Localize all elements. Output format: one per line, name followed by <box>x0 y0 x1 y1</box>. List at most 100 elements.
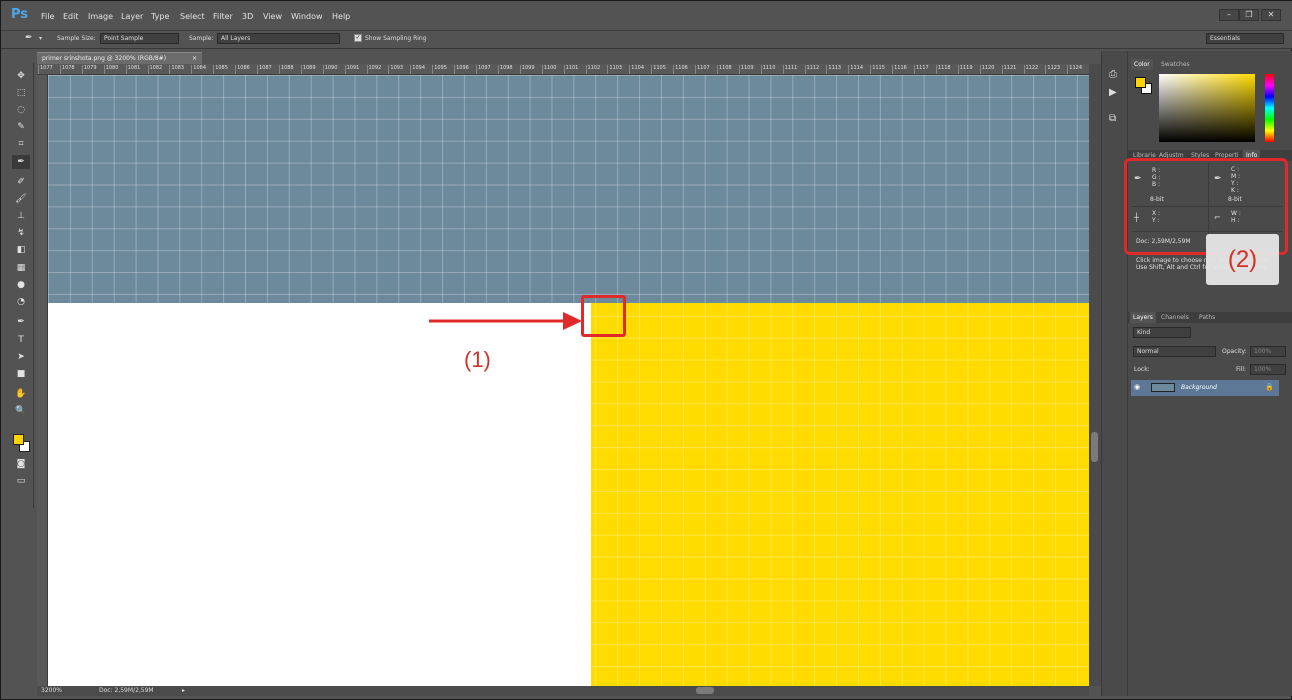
color-panel-foreground[interactable] <box>1135 77 1146 88</box>
visibility-eye-icon[interactable]: ◉ <box>1134 383 1140 391</box>
history-panel-icon[interactable]: ⎙ <box>1109 69 1117 80</box>
menu-type[interactable]: Type <box>151 12 169 21</box>
zoom-tool-icon[interactable]: 🔍 <box>12 404 30 418</box>
ruler-tick-label: 1119 <box>957 65 973 74</box>
path-select-tool-icon[interactable]: ➤ <box>12 350 30 364</box>
status-bar: 3200% Doc: 2,59M/2,59M ▸ <box>37 686 197 696</box>
ruler-tick-label: 1100 <box>541 65 556 74</box>
menu-layer[interactable]: Layer <box>121 12 143 21</box>
ruler-tick-label: 1090 <box>322 65 337 74</box>
clone-source-panel-icon[interactable]: ⧉ <box>1109 113 1116 124</box>
lasso-tool-icon[interactable]: ◌ <box>12 103 30 117</box>
ruler-tick-label: 1097 <box>476 65 491 74</box>
quick-mask-icon[interactable]: ◙ <box>12 457 30 471</box>
ruler-tick-label: 1089 <box>300 65 316 74</box>
layer-row-background[interactable]: ◉ Background 🔒 <box>1131 380 1279 396</box>
healing-brush-tool-icon[interactable]: ✐ <box>12 175 30 189</box>
ruler-tick-label: 1118 <box>935 65 951 74</box>
screen-mode-icon[interactable]: ▭ <box>12 474 30 488</box>
menu-window[interactable]: Window <box>291 12 323 21</box>
ruler-tick-label: 1082 <box>147 65 162 74</box>
ruler-tick-label: 1077 <box>38 65 53 74</box>
horizontal-scrollbar[interactable] <box>196 686 1089 696</box>
ruler-tick-label: 1080 <box>103 65 118 74</box>
ruler-tick-label: 1086 <box>235 65 250 74</box>
menu-filter[interactable]: Filter <box>213 12 233 21</box>
layer-filter-kind[interactable]: Kind <box>1133 327 1191 338</box>
ruler-tick-label: 1096 <box>454 65 469 74</box>
eyedropper-tool-icon[interactable]: ✒ <box>12 155 30 169</box>
type-tool-icon[interactable]: T <box>12 333 30 347</box>
marquee-tool-icon[interactable]: ⬚ <box>12 86 30 100</box>
ruler-tick-label: 1084 <box>191 65 206 74</box>
menu-edit[interactable]: Edit <box>63 12 79 21</box>
pen-tool-icon[interactable]: ✒ <box>12 315 30 329</box>
tool-preset-chevron-icon[interactable]: ▾ <box>39 35 42 42</box>
ruler-tick-label: 1124 <box>1067 65 1082 74</box>
ruler-tick-label: 1121 <box>1001 65 1016 74</box>
document-tab[interactable]: primer srinshota.png @ 3200% (RGB/8#) × <box>37 52 202 64</box>
vertical-scrollbar[interactable] <box>1089 64 1101 686</box>
eraser-tool-icon[interactable]: ◧ <box>12 243 30 257</box>
minimize-button[interactable]: – <box>1219 9 1239 21</box>
status-menu-arrow-icon[interactable]: ▸ <box>182 687 185 694</box>
sample-size-select[interactable]: Point Sample <box>100 33 179 44</box>
brush-tool-icon[interactable]: 🖌 <box>12 192 30 206</box>
layer-lock-icon: 🔒 <box>1265 383 1274 391</box>
dodge-tool-icon[interactable]: ◔ <box>12 295 30 309</box>
ruler-tick-label: 1108 <box>716 65 732 74</box>
ruler-tick-label: 1093 <box>388 65 403 74</box>
ruler-tick-label: 1105 <box>651 65 666 74</box>
restore-button[interactable]: ❐ <box>1239 9 1259 21</box>
vertical-scroll-thumb[interactable] <box>1091 432 1098 462</box>
opacity-field[interactable]: 100% <box>1250 346 1286 357</box>
opacity-label: Opacity: <box>1222 348 1247 355</box>
blend-mode-select[interactable]: Normal <box>1133 346 1216 357</box>
menu-3d[interactable]: 3D <box>242 12 253 21</box>
crop-tool-icon[interactable]: ⌗ <box>12 137 30 151</box>
menu-select[interactable]: Select <box>180 12 205 21</box>
color-field[interactable] <box>1159 74 1255 142</box>
tab-color[interactable]: Color <box>1131 59 1153 70</box>
tab-layers[interactable]: Layers <box>1130 312 1156 323</box>
tab-channels[interactable]: Channels <box>1158 312 1192 323</box>
ruler-tick-label: 1120 <box>979 65 994 74</box>
quick-select-tool-icon[interactable]: ✎ <box>12 120 30 134</box>
annotation-label-1: (1) <box>464 347 491 372</box>
tab-swatches[interactable]: Swatches <box>1158 59 1193 70</box>
white-pixel-area <box>48 303 591 686</box>
tab-close-icon[interactable]: × <box>192 55 197 62</box>
history-brush-tool-icon[interactable]: ↯ <box>12 226 30 240</box>
horizontal-ruler: 1077 1078 1079 1080 1081 1082 1083 1084 1085 1086… <box>37 64 1089 75</box>
horizontal-scroll-thumb[interactable] <box>696 687 714 694</box>
blur-tool-icon[interactable]: ● <box>12 278 30 292</box>
eyedropper-tool-icon[interactable]: ✒ <box>25 33 33 43</box>
fill-field[interactable]: 100% <box>1250 364 1286 375</box>
hue-slider[interactable] <box>1265 74 1274 142</box>
show-ring-checkbox[interactable]: ✓ <box>354 34 362 42</box>
move-tool-icon[interactable]: ✥ <box>12 69 30 83</box>
ruler-tick-label: 1088 <box>278 65 294 74</box>
gradient-tool-icon[interactable]: ▦ <box>12 261 30 275</box>
menu-view[interactable]: View <box>263 12 282 21</box>
image-canvas[interactable] <box>48 75 1089 686</box>
close-button[interactable]: ✕ <box>1261 9 1281 21</box>
workspace-select[interactable]: Essentials <box>1206 33 1284 44</box>
ruler-tick-label: 1099 <box>519 65 535 74</box>
zoom-level[interactable]: 3200% <box>41 687 62 694</box>
ruler-tick-label: 1078 <box>59 65 75 74</box>
menu-file[interactable]: File <box>41 12 54 21</box>
rectangle-tool-icon[interactable]: ■ <box>12 367 30 381</box>
ruler-tick-label: 1087 <box>257 65 272 74</box>
ruler-tick-label: 1112 <box>804 65 819 74</box>
menu-image[interactable]: Image <box>88 12 113 21</box>
menu-help[interactable]: Help <box>332 12 350 21</box>
tools-panel: ✥ ⬚ ◌ ✎ ⌗ ✒ ✐ 🖌 ⊥ ↯ ◧ ▦ ● ◔ ✒ T ➤ ■ ✋ 🔍 … <box>10 63 34 508</box>
foreground-color-swatch[interactable] <box>13 434 24 445</box>
tab-paths[interactable]: Paths <box>1196 312 1218 323</box>
hand-tool-icon[interactable]: ✋ <box>12 387 30 401</box>
ruler-tick-label: 1111 <box>782 65 797 74</box>
sample-select[interactable]: All Layers <box>217 33 340 44</box>
stamp-tool-icon[interactable]: ⊥ <box>12 209 30 223</box>
actions-panel-icon[interactable]: ▶ <box>1109 87 1117 98</box>
